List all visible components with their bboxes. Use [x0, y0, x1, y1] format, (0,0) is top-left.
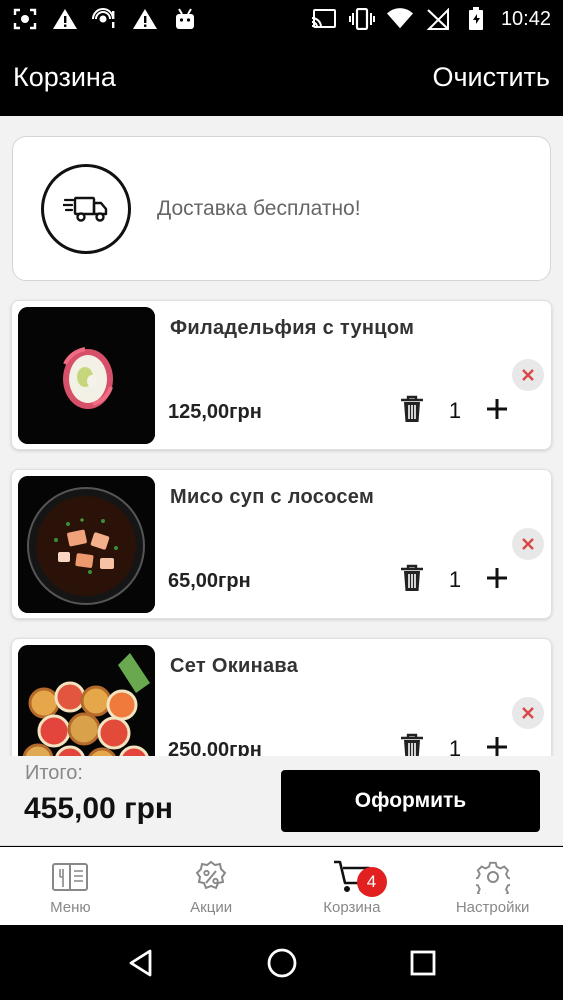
- home-icon[interactable]: [260, 941, 304, 985]
- nav-label-cart: Корзина: [323, 899, 381, 916]
- item-name: Мисо суп с лососем: [170, 486, 375, 508]
- cart-item: Мисо суп с лососем 65,00грн 1: [11, 469, 552, 619]
- item-quantity: 1: [448, 398, 462, 423]
- vibrate-icon: [348, 8, 375, 30]
- plus-icon[interactable]: [484, 395, 510, 423]
- battery-icon: [463, 7, 489, 30]
- close-icon: [522, 538, 534, 550]
- screenshot-icon: [12, 8, 38, 30]
- product-image-okinawa-set: [18, 645, 155, 756]
- warning-icon: [132, 8, 158, 30]
- remove-item-button[interactable]: [512, 359, 544, 391]
- clear-cart-button[interactable]: Очистить: [432, 62, 550, 93]
- remove-item-button[interactable]: [512, 528, 544, 560]
- cart-count-badge: 4: [356, 867, 387, 897]
- status-right-icons: 10:42: [311, 7, 551, 31]
- delivery-card: Доставка бесплатно!: [12, 136, 551, 281]
- item-name: Филадельфия с тунцом: [170, 317, 415, 339]
- trash-icon[interactable]: [399, 394, 425, 424]
- nav-item-promotions[interactable]: Акции: [141, 847, 282, 925]
- trash-icon[interactable]: [399, 732, 425, 756]
- remove-item-button[interactable]: [512, 697, 544, 729]
- nav-label-settings: Настройки: [455, 899, 530, 916]
- product-image-miso-soup: [18, 476, 155, 613]
- status-time: 10:42: [500, 7, 551, 30]
- product-image-philadelphia: [18, 307, 155, 444]
- trash-icon[interactable]: [399, 563, 425, 593]
- hotspot-icon: [92, 8, 118, 30]
- nav-label-promotions: Акции: [190, 899, 233, 916]
- no-signal-icon: [425, 8, 451, 30]
- page-title: Корзина: [13, 61, 116, 92]
- close-icon: [522, 707, 534, 719]
- plus-icon[interactable]: [484, 733, 510, 756]
- item-quantity: 1: [448, 567, 462, 592]
- delivery-text: Доставка бесплатно!: [157, 196, 361, 220]
- nav-item-settings[interactable]: Настройки: [422, 847, 563, 925]
- settings-gear-icon: [473, 859, 513, 895]
- item-price: 65,00грн: [168, 570, 251, 592]
- back-icon[interactable]: [119, 941, 163, 985]
- total-label: Итого:: [25, 762, 83, 784]
- discount-icon: [191, 859, 231, 895]
- checkout-button[interactable]: Оформить: [281, 770, 540, 832]
- cart-content[interactable]: Доставка бесплатно! Филадельфия с тунцом…: [0, 116, 563, 756]
- warning-icon: [52, 8, 78, 30]
- item-price: 125,00грн: [168, 401, 262, 423]
- total-value: 455,00 грн: [24, 792, 174, 825]
- nav-item-menu[interactable]: Меню: [0, 847, 141, 925]
- android-icon: [172, 8, 198, 30]
- cast-icon: [311, 8, 337, 30]
- status-bar: 10:42: [0, 0, 563, 38]
- delivery-truck-icon: [41, 163, 131, 254]
- item-name: Сет Окинава: [170, 655, 299, 677]
- plus-icon[interactable]: [484, 564, 510, 592]
- bottom-nav: Меню Акции 4 Корзина Настройки: [0, 847, 563, 925]
- cart-item: Сет Окинава 250,00грн 1: [11, 638, 552, 756]
- checkout-bar: Итого: 455,00 грн Оформить: [0, 756, 563, 846]
- recent-apps-icon[interactable]: [401, 941, 445, 985]
- app-bar: Корзина Очистить: [0, 38, 563, 116]
- wifi-icon: [386, 8, 413, 30]
- item-price: 250,00грн: [168, 739, 262, 756]
- menu-book-icon: [50, 859, 90, 895]
- close-icon: [522, 369, 534, 381]
- status-left-icons: [12, 8, 198, 30]
- nav-item-cart[interactable]: 4 Корзина: [282, 847, 423, 925]
- item-quantity: 1: [448, 736, 462, 756]
- cart-item: Филадельфия с тунцом 125,00грн 1: [11, 300, 552, 450]
- system-navigation-bar: [0, 925, 563, 1000]
- nav-label-menu: Меню: [50, 899, 91, 916]
